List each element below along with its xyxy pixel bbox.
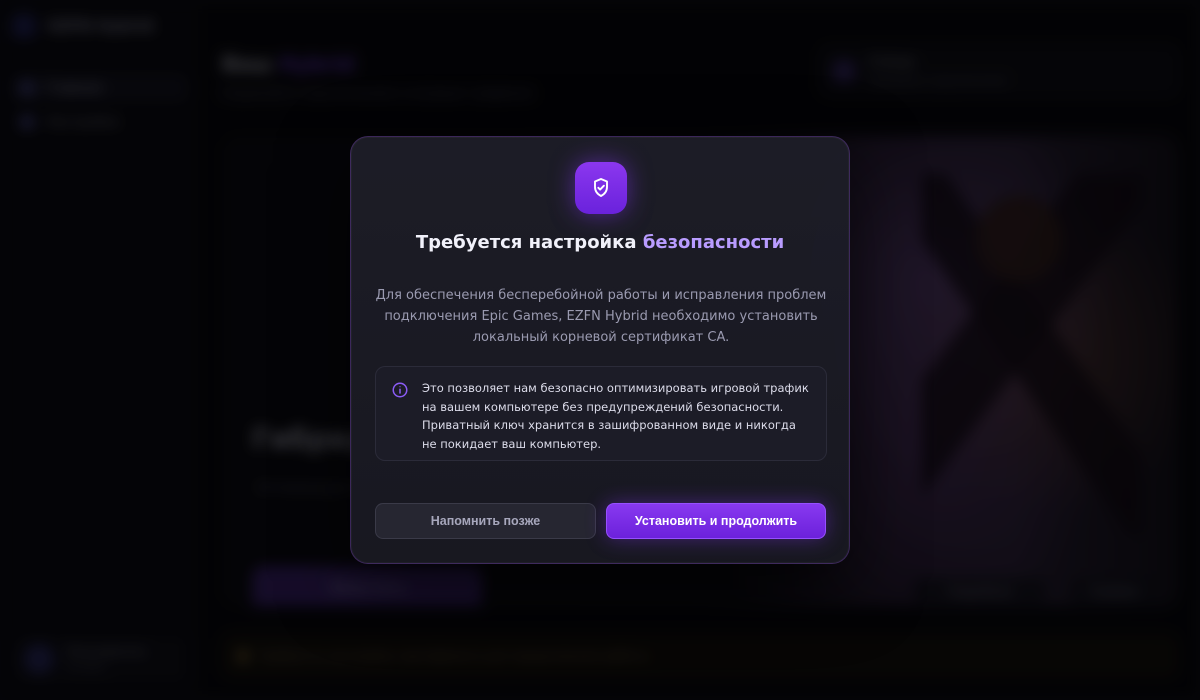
security-setup-modal: Требуется настройка безопасности Для обе… — [350, 136, 850, 564]
info-box: Это позволяет нам безопасно оптимизирова… — [375, 366, 827, 461]
modal-title-prefix: Требуется настройка — [415, 232, 643, 253]
modal-description: Для обеспечения бесперебойной работы и и… — [375, 288, 827, 345]
remind-later-button[interactable]: Напомнить позже — [375, 503, 596, 539]
modal-title-accent: безопасности — [642, 232, 785, 253]
modal-title: Требуется настройка безопасности — [351, 232, 849, 253]
shield-check-svg — [594, 178, 608, 197]
shield-check-icon — [575, 162, 627, 214]
info-icon — [391, 381, 409, 399]
info-icon-svg — [392, 382, 408, 398]
install-and-continue-button[interactable]: Установить и продолжить — [606, 503, 826, 539]
info-text: Это позволяет нам безопасно оптимизирова… — [422, 381, 809, 451]
